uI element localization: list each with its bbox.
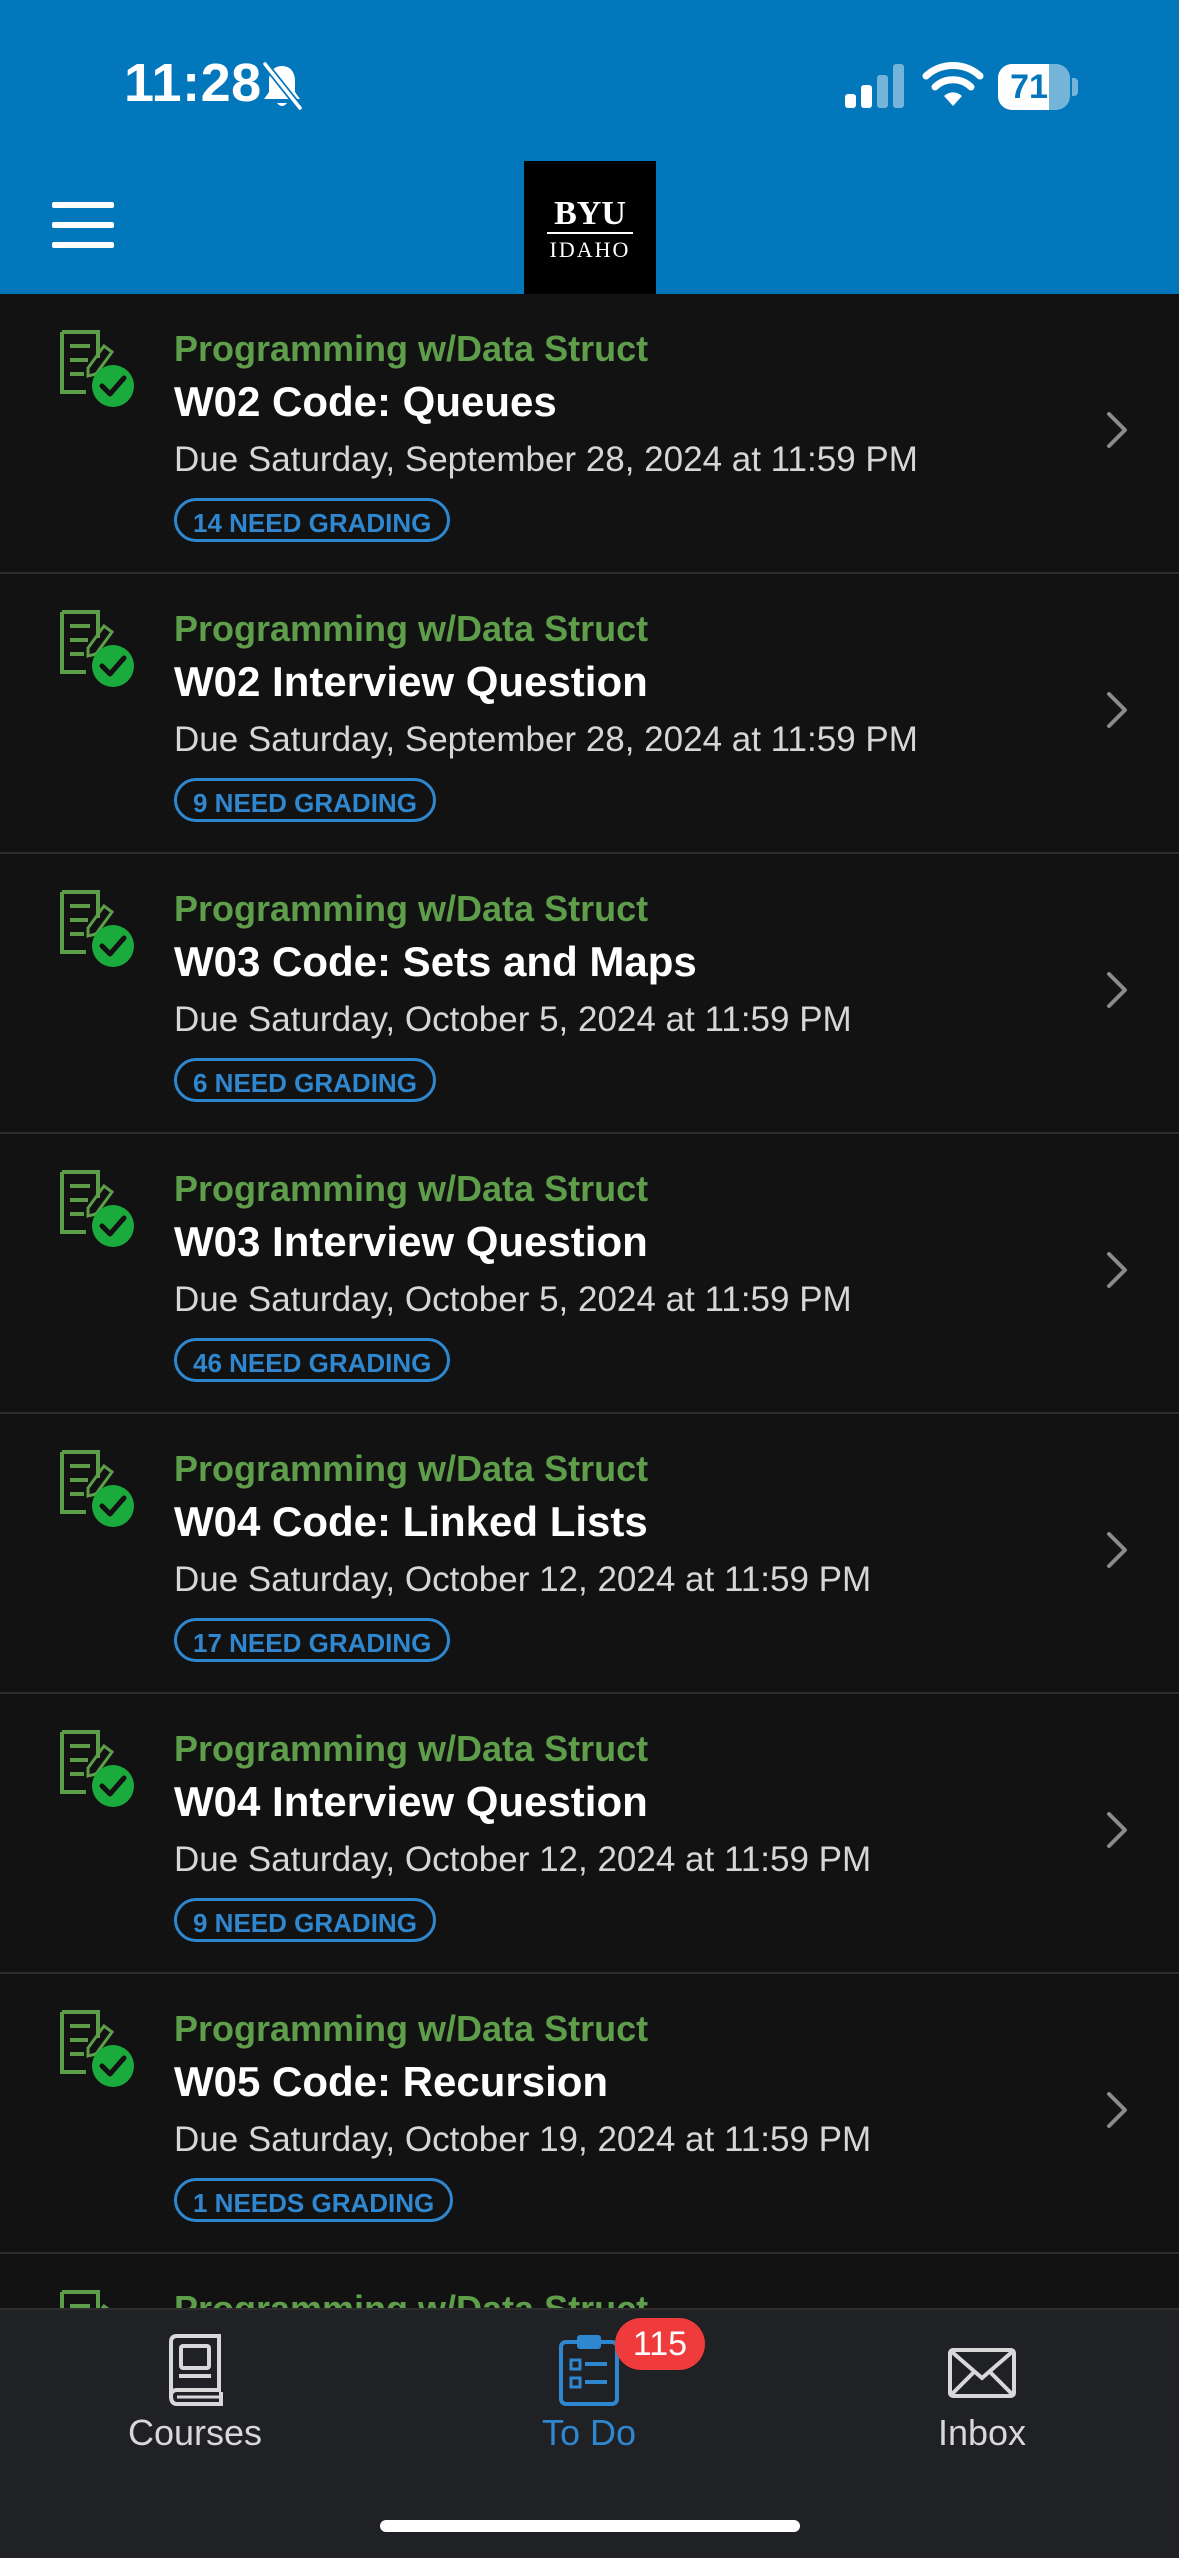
need-grading-badge: 6 NEED GRADING xyxy=(174,1058,436,1102)
todo-item[interactable]: Programming w/Data Struct W03 Interview … xyxy=(0,1134,1179,1414)
app-header: 11:28 71 BYU IDAHO xyxy=(0,0,1179,294)
todo-item[interactable]: Programming w/Data Struct W04 Code: Link… xyxy=(0,1414,1179,1694)
tab-inbox[interactable]: Inbox xyxy=(832,2310,1132,2480)
chevron-right-icon xyxy=(1105,2090,1129,2130)
course-name: Programming w/Data Struct xyxy=(174,2008,649,2049)
assignment-check-icon xyxy=(58,2288,136,2308)
home-indicator[interactable] xyxy=(380,2520,800,2532)
chevron-right-icon xyxy=(1105,1250,1129,1290)
battery-level: 71 xyxy=(1010,68,1048,106)
book-icon xyxy=(169,2334,223,2406)
todo-item[interactable]: Programming w/Data Struct W03 Code: Sets… xyxy=(0,854,1179,1134)
assignment-title: W04 Interview Question xyxy=(174,1778,648,1825)
assignment-title: W03 Interview Question xyxy=(174,1218,648,1265)
assignment-check-icon xyxy=(58,1448,136,1530)
bell-muted-icon xyxy=(262,61,303,111)
assignment-title: W05 Code: Recursion xyxy=(174,2058,609,2105)
chevron-right-icon xyxy=(1105,690,1129,730)
assignment-title: W04 Code: Linked Lists xyxy=(174,1498,648,1545)
assignment-check-icon xyxy=(58,888,136,970)
tab-courses[interactable]: Courses xyxy=(45,2310,345,2480)
chevron-right-icon xyxy=(1105,1530,1129,1570)
envelope-icon xyxy=(948,2348,1016,2398)
need-grading-badge: 1 NEEDS GRADING xyxy=(174,2178,454,2222)
todo-item-partial[interactable]: Programming w/Data Struct xyxy=(0,2254,1179,2308)
tab-todo-label: To Do xyxy=(541,2412,637,2453)
clipboard-icon xyxy=(559,2335,619,2406)
assignment-check-icon xyxy=(58,2008,136,2090)
todo-item[interactable]: Programming w/Data Struct W05 Code: Recu… xyxy=(0,1974,1179,2254)
status-time: 11:28 xyxy=(124,53,262,113)
chevron-right-icon xyxy=(1105,1810,1129,1850)
due-date: Due Saturday, September 28, 2024 at 11:5… xyxy=(174,720,918,759)
todo-item[interactable]: Programming w/Data Struct W02 Interview … xyxy=(0,574,1179,854)
todo-item[interactable]: Programming w/Data Struct W04 Interview … xyxy=(0,1694,1179,1974)
course-name: Programming w/Data Struct xyxy=(174,608,649,649)
assignment-check-icon xyxy=(58,328,136,410)
assignment-title: W03 Code: Sets and Maps xyxy=(174,938,697,985)
need-grading-badge: 17 NEED GRADING xyxy=(174,1618,451,1662)
tab-courses-label: Courses xyxy=(127,2412,263,2453)
byu-idaho-logo: BYU IDAHO xyxy=(524,161,656,294)
assignment-check-icon xyxy=(58,608,136,690)
need-grading-badge: 9 NEED GRADING xyxy=(174,1898,436,1942)
hamburger-menu-icon[interactable] xyxy=(52,202,116,248)
todo-count-badge: 115 xyxy=(615,2318,705,2370)
course-name: Programming w/Data Struct xyxy=(174,328,649,369)
wifi-icon xyxy=(922,62,984,106)
need-grading-badge: 9 NEED GRADING xyxy=(174,778,436,822)
todo-item[interactable]: Programming w/Data Struct W02 Code: Queu… xyxy=(0,294,1179,574)
course-name: Programming w/Data Struct xyxy=(174,888,649,929)
due-date: Due Saturday, October 19, 2024 at 11:59 … xyxy=(174,2120,872,2159)
due-date: Due Saturday, October 5, 2024 at 11:59 P… xyxy=(174,1000,852,1039)
due-date: Due Saturday, October 12, 2024 at 11:59 … xyxy=(174,1840,872,1879)
assignment-title: W02 Interview Question xyxy=(174,658,648,705)
course-name: Programming w/Data Struct xyxy=(174,2288,648,2308)
battery-indicator: 71 xyxy=(998,64,1078,110)
assignment-check-icon xyxy=(58,1728,136,1810)
course-name: Programming w/Data Struct xyxy=(174,1168,649,1209)
course-name: Programming w/Data Struct xyxy=(174,1448,649,1489)
due-date: Due Saturday, October 5, 2024 at 11:59 P… xyxy=(174,1280,852,1319)
course-name: Programming w/Data Struct xyxy=(174,1728,649,1769)
chevron-right-icon xyxy=(1105,970,1129,1010)
due-date: Due Saturday, October 12, 2024 at 11:59 … xyxy=(174,1560,872,1599)
due-date: Due Saturday, September 28, 2024 at 11:5… xyxy=(174,440,918,479)
tab-todo[interactable]: To Do 115 xyxy=(439,2310,739,2480)
assignment-title: W02 Code: Queues xyxy=(174,378,557,425)
chevron-right-icon xyxy=(1105,410,1129,450)
need-grading-badge: 14 NEED GRADING xyxy=(174,498,451,542)
todo-list: Programming w/Data Struct W02 Code: Queu… xyxy=(0,294,1179,2308)
need-grading-badge: 46 NEED GRADING xyxy=(174,1338,451,1382)
assignment-check-icon xyxy=(58,1168,136,1250)
tab-inbox-label: Inbox xyxy=(937,2412,1027,2453)
cellular-signal-icon xyxy=(845,64,904,108)
